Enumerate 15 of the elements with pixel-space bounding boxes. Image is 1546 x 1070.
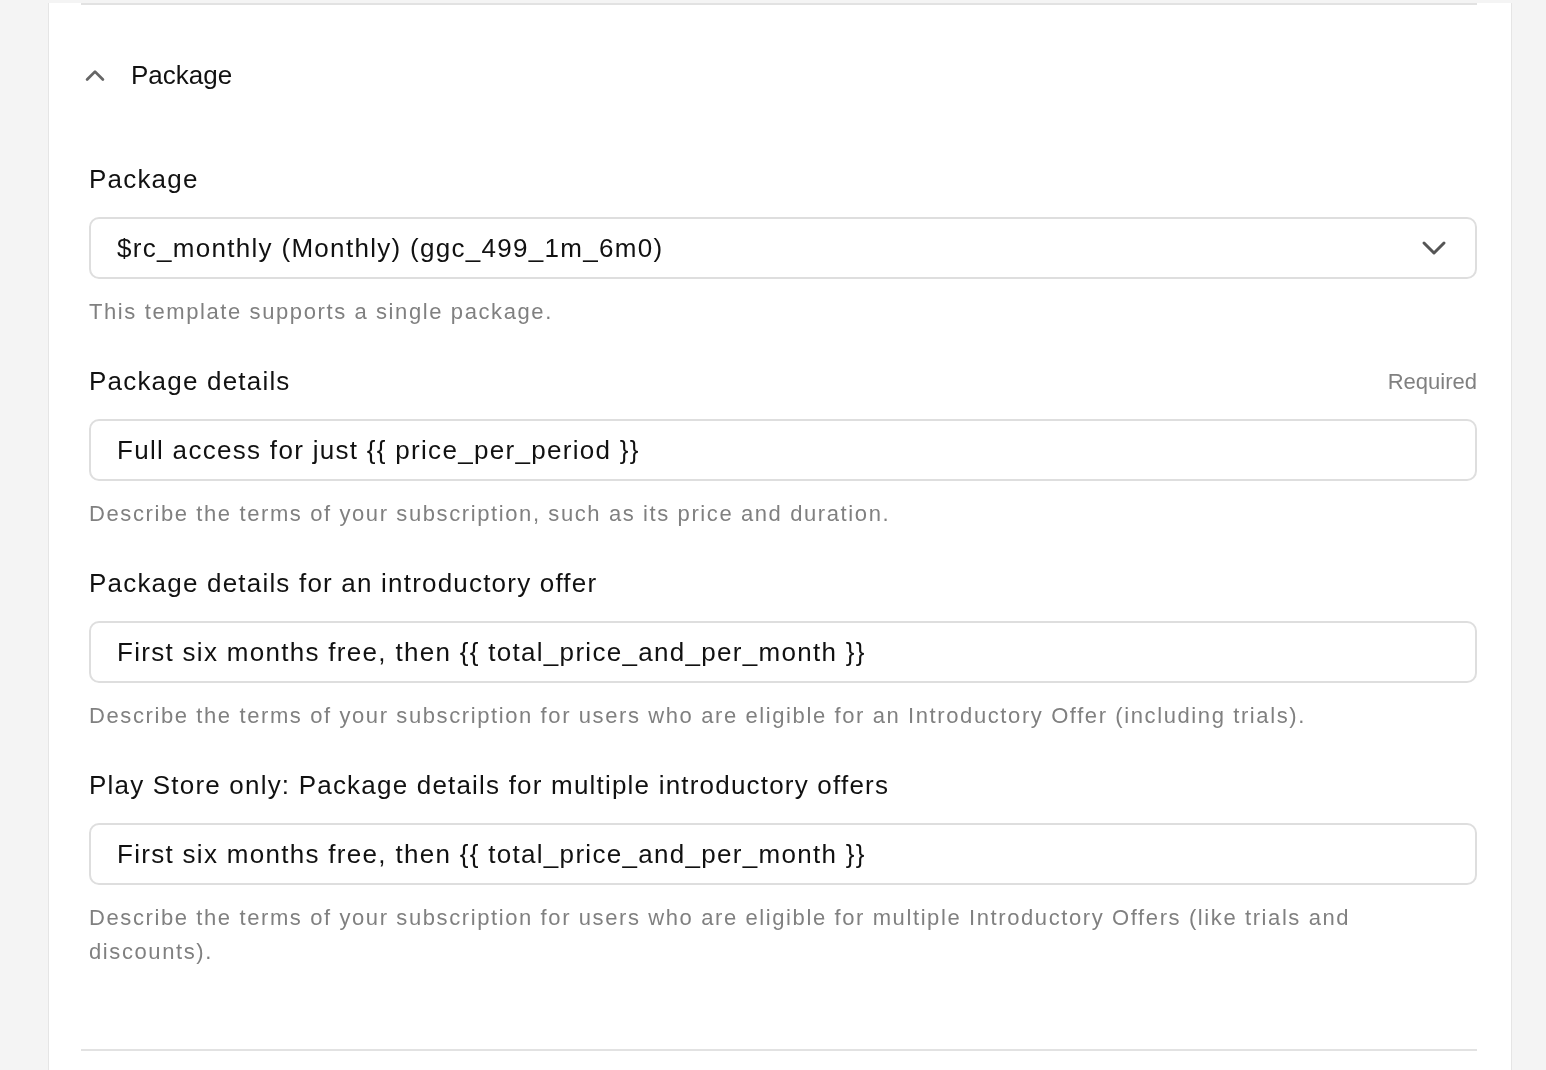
field-label: Package details for an introductory offer [89,566,598,600]
field-label: Play Store only: Package details for multiple introductory offers [89,768,890,802]
field-label: Package details [89,364,291,398]
field-label: Package [89,162,199,196]
required-label: Required [1387,367,1477,396]
help-text: Describe the terms of your subscription for users who are eligible for multiple Introductory Offers (like trials and discounts). [89,904,1352,966]
section-toggle[interactable]: Package [81,55,233,95]
text-field[interactable]: First six months free, then {{ total_price_and_per_month }} [89,621,1477,683]
chevron-down-icon [1421,240,1447,256]
package-dropdown[interactable]: $rc_monthly (Monthly) (ggc_499_1m_6m0) [89,217,1477,279]
help-text: Describe the terms of your subscription for users who are eligible for an Introductory Offer (including trials). [89,702,1307,730]
text-field[interactable]: Full access for just {{ price_per_period }} [89,419,1477,481]
help-text: This template supports a single package. [89,298,554,326]
text-field[interactable]: First six months free, then {{ total_price_and_per_month }} [89,823,1477,885]
help-text: Describe the terms of your subscription, such as its price and duration. [89,500,892,528]
